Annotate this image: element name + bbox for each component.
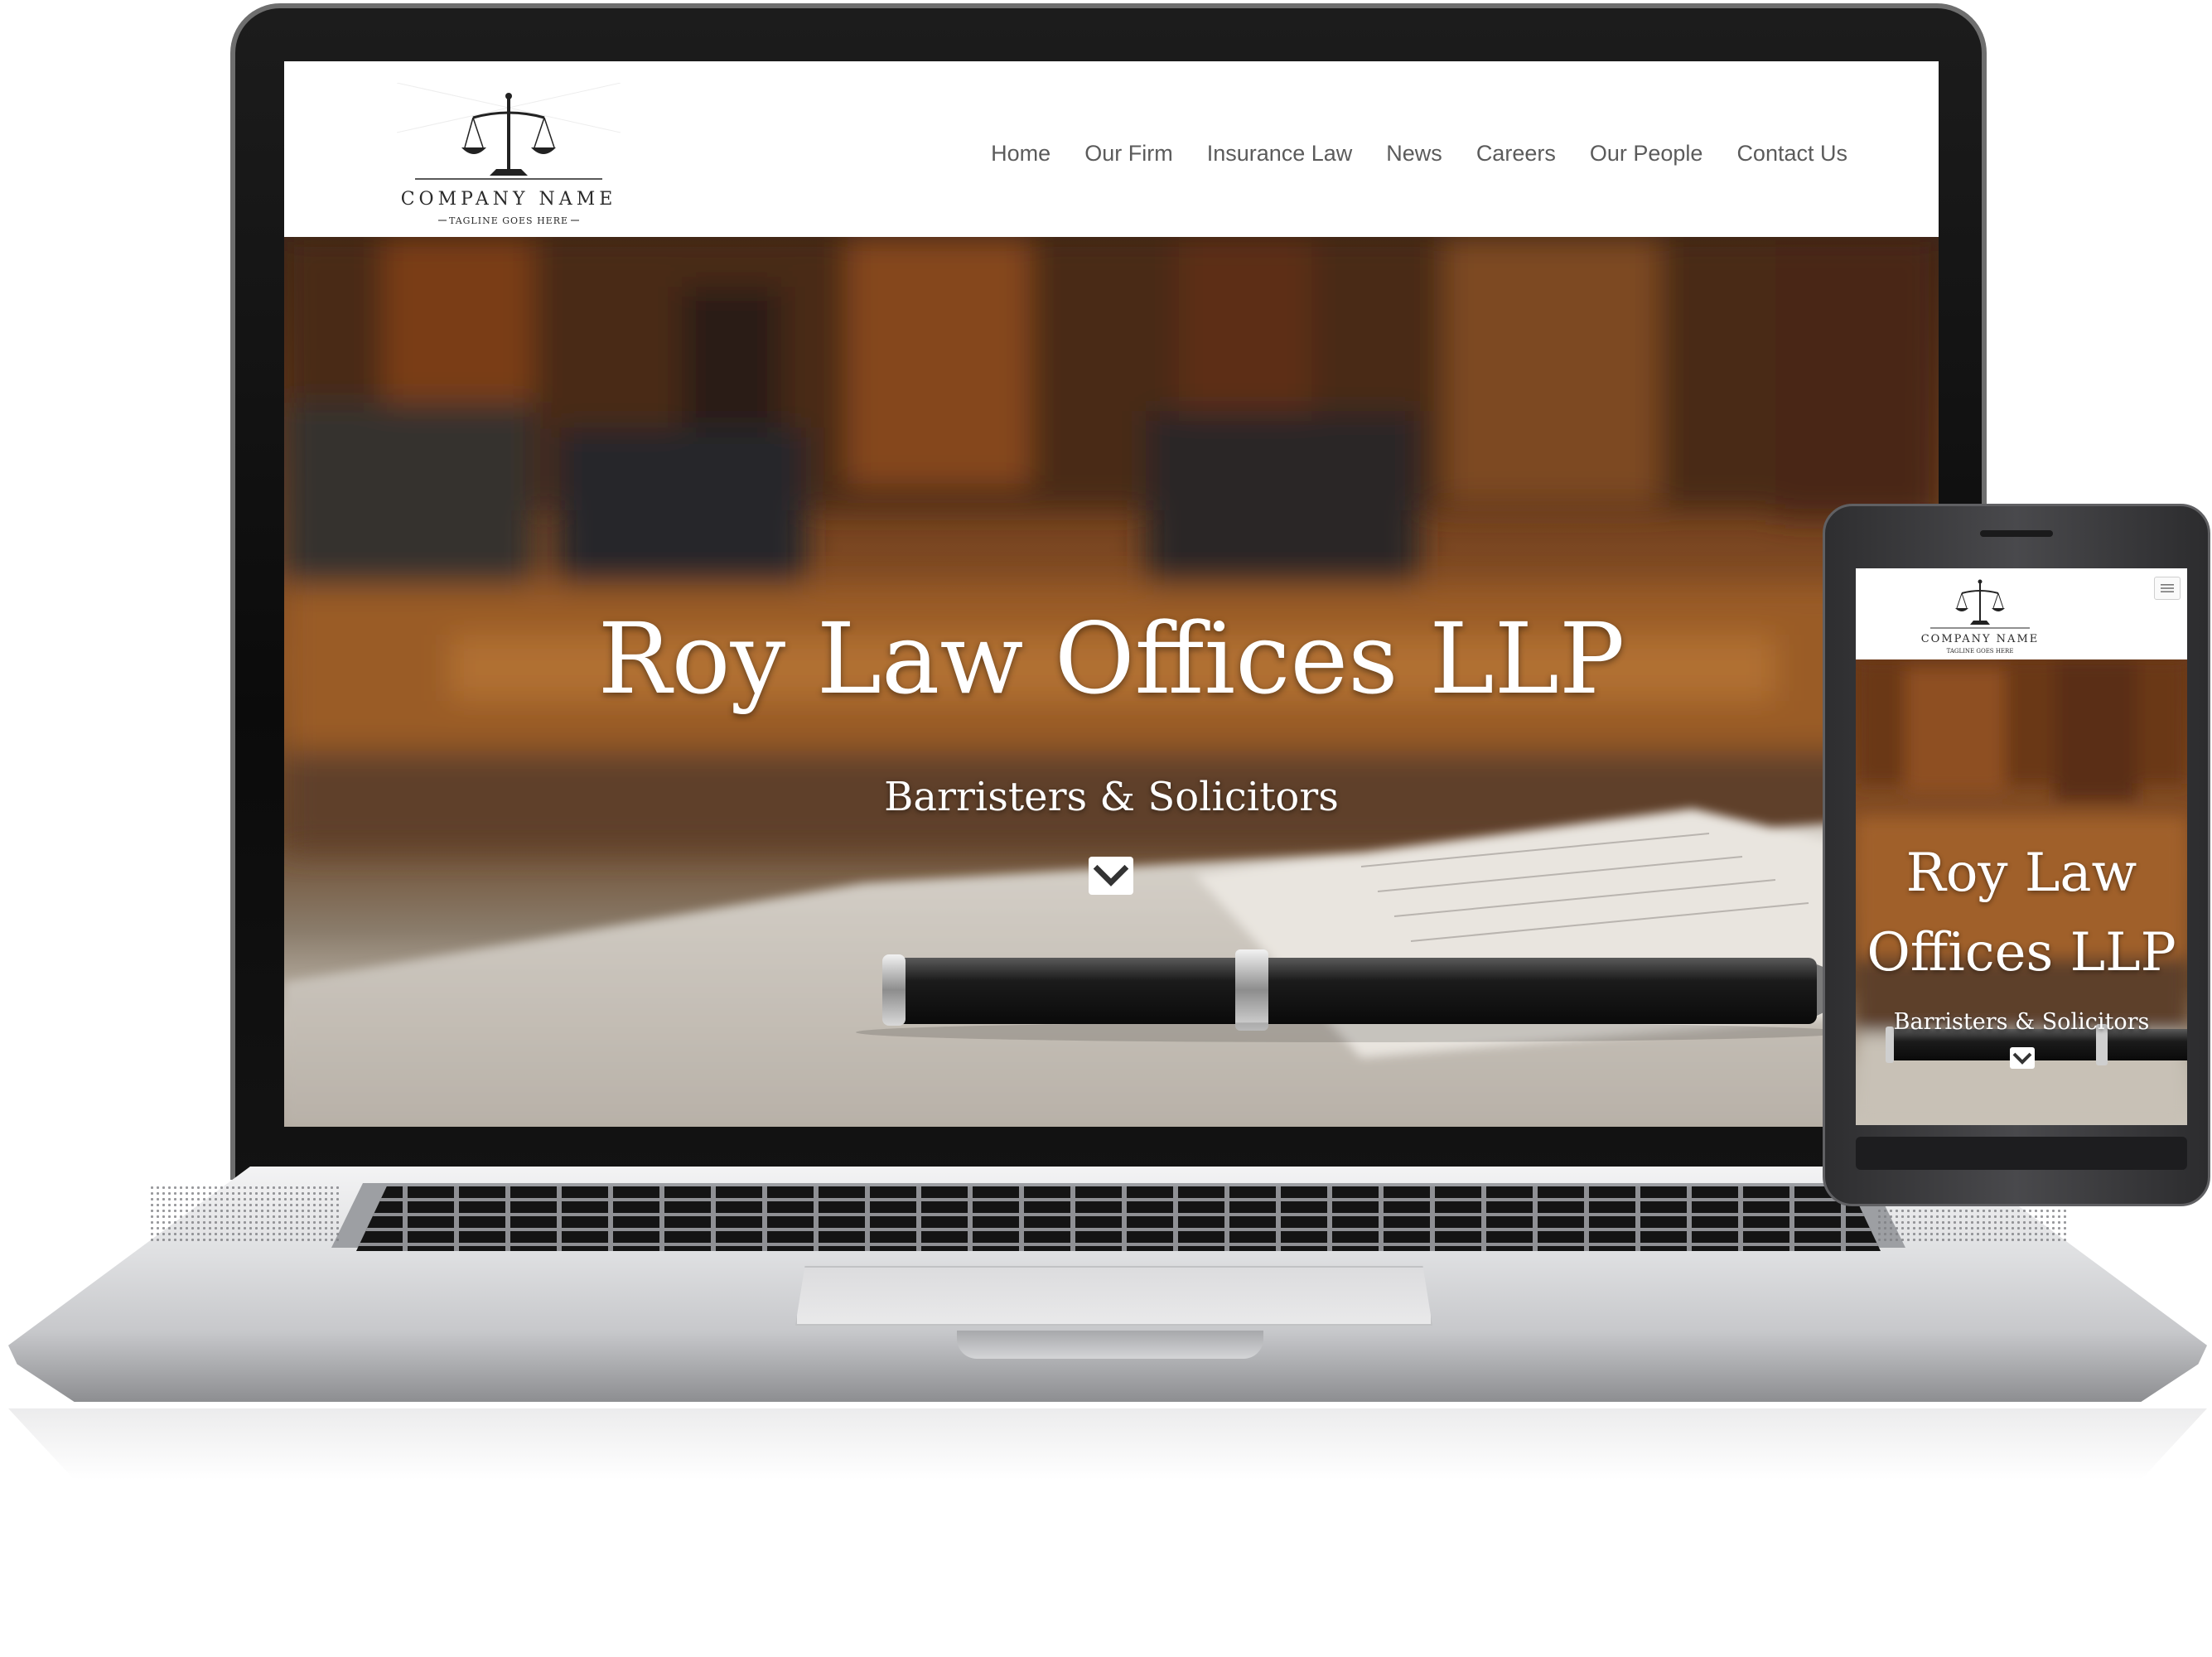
company-name: COMPANY NAME [400, 189, 617, 210]
mobile-hero-title-line1: Roy Law [1905, 843, 2137, 904]
mobile-header: COMPANY NAME TAGLINE GOES HERE [1856, 568, 2187, 659]
tagline: TAGLINE GOES HERE [448, 215, 569, 226]
logo[interactable]: COMPANY NAME TAGLINE GOES HERE [397, 83, 621, 232]
mobile-tagline: TAGLINE GOES HERE [1946, 648, 2014, 655]
hamburger-menu-icon [2161, 584, 2174, 592]
mobile-hero-subtitle: Barristers & Solicitors [1893, 1009, 2150, 1035]
left-speaker-grille [149, 1185, 340, 1243]
site-header: COMPANY NAME TAGLINE GOES HERE Home Our … [284, 61, 1939, 238]
trackpad [795, 1266, 1432, 1326]
nav-insurance-law[interactable]: Insurance Law [1207, 141, 1353, 167]
lid-notch [957, 1331, 1263, 1359]
hero-title: Roy Law Offices LLP [597, 601, 1625, 716]
mobile-scroll-down-button[interactable] [2010, 1047, 2035, 1069]
mobile-hero-title: Roy Law Offices LLP [1856, 833, 2187, 993]
mobile-menu-button[interactable] [2154, 577, 2181, 600]
nav-home[interactable]: Home [991, 141, 1050, 167]
mobile-hero-section: Roy Law Offices LLP Barristers & Solicit… [1856, 659, 2187, 1125]
chevron-down-icon [1093, 864, 1129, 886]
nav-our-people[interactable]: Our People [1590, 141, 1703, 167]
laptop-screen: COMPANY NAME TAGLINE GOES HERE Home Our … [284, 61, 1939, 1127]
mobile-hero-title-line2: Offices LLP [1867, 922, 2176, 983]
nav-contact-us[interactable]: Contact Us [1736, 141, 1847, 167]
phone-screen: COMPANY NAME TAGLINE GOES HERE Roy Law O… [1856, 568, 2187, 1125]
chevron-down-icon [2012, 1052, 2032, 1065]
mobile-company-name: COMPANY NAME [1920, 633, 2040, 645]
laptop-reflection [8, 1408, 2207, 1480]
hero-subtitle: Barristers & Solicitors [884, 774, 1339, 820]
nav-our-firm[interactable]: Our Firm [1084, 141, 1172, 167]
keyboard [356, 1186, 1881, 1251]
phone-speaker [1980, 530, 2053, 537]
main-nav: Home Our Firm Insurance Law News Careers… [991, 141, 1847, 167]
scroll-down-button[interactable] [1089, 857, 1133, 895]
scales-of-justice-icon [397, 83, 621, 221]
hero-section: Roy Law Offices LLP Barristers & Solicit… [284, 237, 1939, 1127]
nav-news[interactable]: News [1386, 141, 1442, 167]
nav-careers[interactable]: Careers [1476, 141, 1556, 167]
phone-bottom-bar [1856, 1137, 2187, 1170]
